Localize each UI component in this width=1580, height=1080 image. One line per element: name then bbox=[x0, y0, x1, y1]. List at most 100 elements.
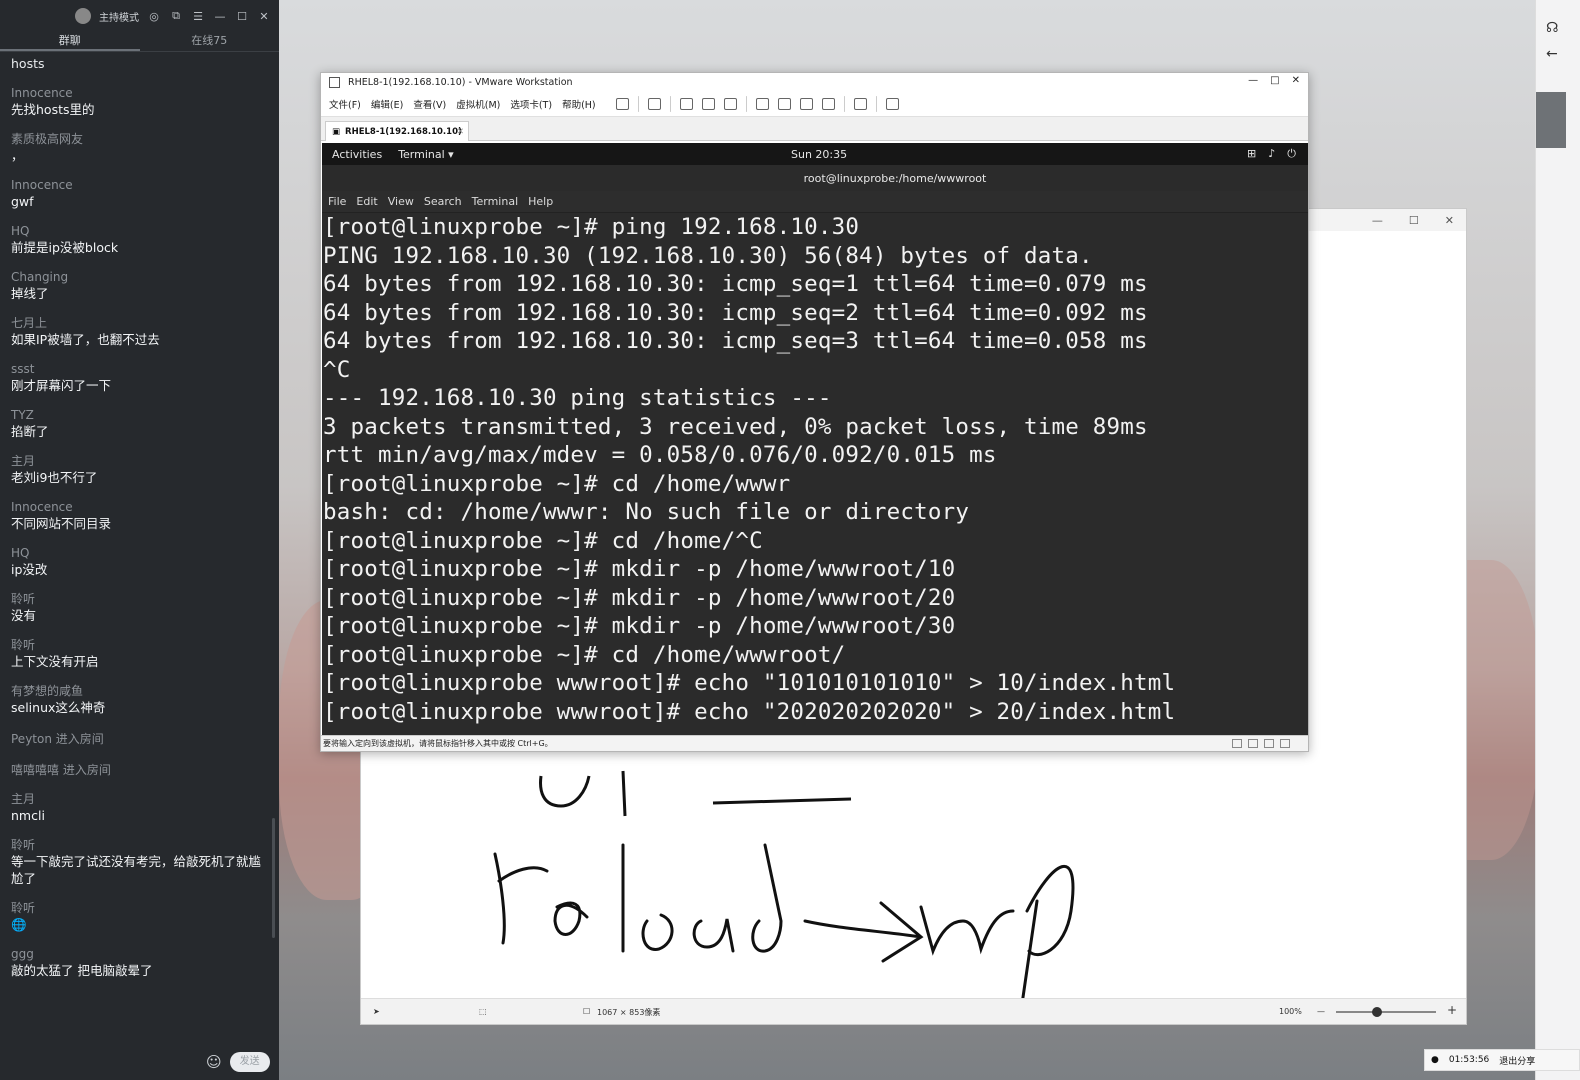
thumbnail-icon[interactable] bbox=[777, 97, 791, 110]
menu-tabs[interactable]: 选项卡(T) bbox=[510, 97, 552, 111]
chat-scrollbar[interactable] bbox=[272, 818, 275, 938]
pointer-icon: ➤ bbox=[373, 1007, 380, 1016]
menu-help[interactable]: 帮助(H) bbox=[562, 97, 596, 111]
terminal-line: [root@linuxprobe wwwroot]# echo "1010101… bbox=[323, 670, 1176, 696]
console-icon[interactable] bbox=[853, 97, 867, 110]
unity-icon[interactable] bbox=[821, 97, 835, 110]
chat-sender: Innocence bbox=[11, 178, 73, 192]
selection-icon: ⬚ bbox=[479, 1007, 487, 1016]
maximize-icon[interactable]: ☐ bbox=[235, 10, 249, 23]
terminal-line: [root@linuxprobe ~]# mkdir -p /home/wwwr… bbox=[323, 584, 956, 611]
sidebar-scrollbar[interactable] bbox=[1536, 92, 1566, 148]
elapsed-time: 01:53:56 bbox=[1448, 1055, 1490, 1065]
menu-file[interactable]: 文件(F) bbox=[329, 97, 361, 111]
message-text: hosts bbox=[11, 56, 45, 71]
back-arrow-icon[interactable]: ← bbox=[1546, 46, 1558, 62]
recording-icon: ● bbox=[1431, 1055, 1439, 1065]
system-message: 嘻嘻嘻嘻 进入房间 bbox=[11, 763, 111, 777]
popout-icon[interactable]: ⧉ bbox=[169, 9, 183, 23]
emoji-icon[interactable]: ☺ bbox=[206, 1053, 222, 1071]
chat-message: Innocence 先找hosts里的 bbox=[11, 85, 268, 118]
zoom-slider[interactable] bbox=[1336, 1007, 1436, 1017]
menu-view[interactable]: View bbox=[388, 195, 414, 208]
power-icon[interactable]: ⏻ bbox=[1287, 147, 1296, 161]
menu-terminal[interactable]: Terminal bbox=[472, 195, 519, 208]
sound-icon[interactable] bbox=[1280, 739, 1290, 748]
terminal-line: 64 bytes from 192.168.10.30: icmp_seq=2 … bbox=[323, 299, 1148, 326]
terminal-line: [root@linuxprobe ~]# cd /home/^C bbox=[323, 527, 763, 554]
tab-online[interactable]: 在线75 bbox=[140, 32, 280, 51]
tab-vm[interactable]: ▣ RHEL8-1(192.168.10.10) ✕ bbox=[325, 121, 469, 141]
clock[interactable]: Sun 20:35 bbox=[791, 148, 847, 161]
maximize-icon[interactable]: □ bbox=[1270, 75, 1279, 86]
vmware-window: RHEL8-1(192.168.10.10) - VMware Workstat… bbox=[320, 72, 1309, 752]
menu-search[interactable]: Search bbox=[424, 195, 462, 208]
network-adapter-icon[interactable] bbox=[1264, 739, 1274, 748]
share-status-bar: ● 01:53:56 退出分享 bbox=[1424, 1049, 1580, 1071]
send-keys-icon[interactable] bbox=[647, 97, 661, 110]
terminal-line: [root@linuxprobe wwwroot]# echo "2020202… bbox=[323, 698, 1176, 725]
minimize-icon[interactable]: — bbox=[213, 10, 227, 23]
chat-message: ssst 刚才屏幕闪了一下 bbox=[11, 361, 268, 394]
menu-help[interactable]: Help bbox=[528, 195, 553, 208]
settings-icon[interactable]: ◎ bbox=[147, 10, 161, 23]
tab-group-chat[interactable]: 群聊 bbox=[0, 32, 140, 51]
vmware-statusbar: 要将输入定向到该虚拟机，请将鼠标指针移入其中或按 Ctrl+G。 bbox=[321, 735, 1308, 751]
menu-edit[interactable]: 编辑(E) bbox=[371, 97, 403, 111]
zoom-slider-thumb[interactable] bbox=[1372, 1007, 1382, 1017]
terminal-menubar: File Edit View Search Terminal Help bbox=[322, 191, 1308, 213]
chat-message: TYZ 掐断了 bbox=[11, 407, 268, 440]
hdd-icon[interactable] bbox=[1232, 739, 1242, 748]
menu-file[interactable]: File bbox=[328, 195, 346, 208]
close-icon[interactable]: ✕ bbox=[1445, 214, 1454, 227]
stop-share-button[interactable]: 退出分享 bbox=[1499, 1054, 1535, 1067]
menu-view[interactable]: 查看(V) bbox=[413, 97, 446, 111]
terminal-line: 3 packets transmitted, 3 received, 0% pa… bbox=[323, 413, 1148, 440]
terminal-line: 64 bytes from 192.168.10.30: icmp_seq=1 … bbox=[323, 271, 1148, 297]
chat-text: 🌐 bbox=[11, 917, 27, 932]
menu-vm[interactable]: 虚拟机(M) bbox=[456, 97, 500, 111]
close-icon[interactable]: ✕ bbox=[1292, 75, 1300, 86]
send-button[interactable]: 发送 bbox=[229, 1052, 270, 1072]
chat-sender: 聆听 bbox=[11, 838, 36, 852]
vmware-tabbar: ▣ RHEL8-1(192.168.10.10) ✕ bbox=[321, 117, 1308, 141]
terminal-app-menu[interactable]: Terminal ▾ bbox=[398, 148, 454, 161]
close-icon[interactable]: ✕ bbox=[257, 10, 271, 23]
menu-icon[interactable]: ☰ bbox=[191, 10, 205, 23]
library-icon[interactable] bbox=[755, 97, 769, 110]
terminal-title: root@linuxprobe:/home/wwwroot bbox=[803, 171, 987, 185]
close-tab-icon[interactable]: ✕ bbox=[457, 127, 464, 137]
minimize-icon[interactable]: — bbox=[1372, 214, 1383, 227]
activities-button[interactable]: Activities bbox=[332, 148, 382, 161]
chat-text: 老刘i9也不行了 bbox=[11, 470, 98, 485]
menu-edit[interactable]: Edit bbox=[356, 195, 377, 208]
zoom-out-icon[interactable]: — bbox=[1317, 1007, 1325, 1016]
toolbar-divider bbox=[669, 95, 671, 112]
headset-icon[interactable]: ☊ bbox=[1546, 20, 1558, 36]
chat-text: 上下文没有开启 bbox=[11, 654, 99, 669]
terminal-line: [root@linuxprobe ~]# mkdir -p /home/wwwr… bbox=[323, 613, 956, 639]
snapshot-manager-icon[interactable] bbox=[723, 97, 737, 110]
guest-screen[interactable]: Activities Terminal ▾ Sun 20:35 ⊞ ♪ ⏻ ro… bbox=[322, 143, 1308, 737]
cdrom-icon[interactable] bbox=[1248, 739, 1258, 748]
stretch-icon[interactable] bbox=[885, 97, 899, 110]
zoom-in-icon[interactable]: + bbox=[1447, 1003, 1457, 1017]
revert-snapshot-icon[interactable] bbox=[701, 97, 715, 110]
volume-icon[interactable]: ♪ bbox=[1268, 147, 1275, 161]
terminal-output[interactable]: [root@linuxprobe ~]# ping 192.168.10.30 P… bbox=[322, 213, 1308, 737]
chat-message: 主月 老刘i9也不行了 bbox=[11, 453, 268, 486]
chat-text: 掉线了 bbox=[11, 286, 49, 301]
fullscreen-icon[interactable] bbox=[799, 97, 813, 110]
right-sidebar: ☊ ← bbox=[1535, 0, 1580, 1080]
minimize-icon[interactable]: — bbox=[1248, 75, 1258, 86]
chat-message: ggg 敲的太猛了 把电脑敲晕了 bbox=[11, 946, 268, 979]
terminal-line: [root@linuxprobe ~]# cd /home/wwwroot/ bbox=[323, 641, 846, 668]
chat-message: 聆听 等一下敲完了试还没有考完，给敲死机了就尴尬了 bbox=[11, 837, 268, 887]
chat-sender: 聆听 bbox=[11, 638, 36, 652]
snapshot-icon[interactable] bbox=[679, 97, 693, 110]
pause-icon[interactable] bbox=[615, 97, 629, 110]
chat-text: 刚才屏幕闪了一下 bbox=[11, 378, 112, 393]
chat-sender: HQ bbox=[11, 224, 30, 238]
network-icon[interactable]: ⊞ bbox=[1247, 147, 1256, 161]
maximize-icon[interactable]: ☐ bbox=[1409, 214, 1419, 227]
